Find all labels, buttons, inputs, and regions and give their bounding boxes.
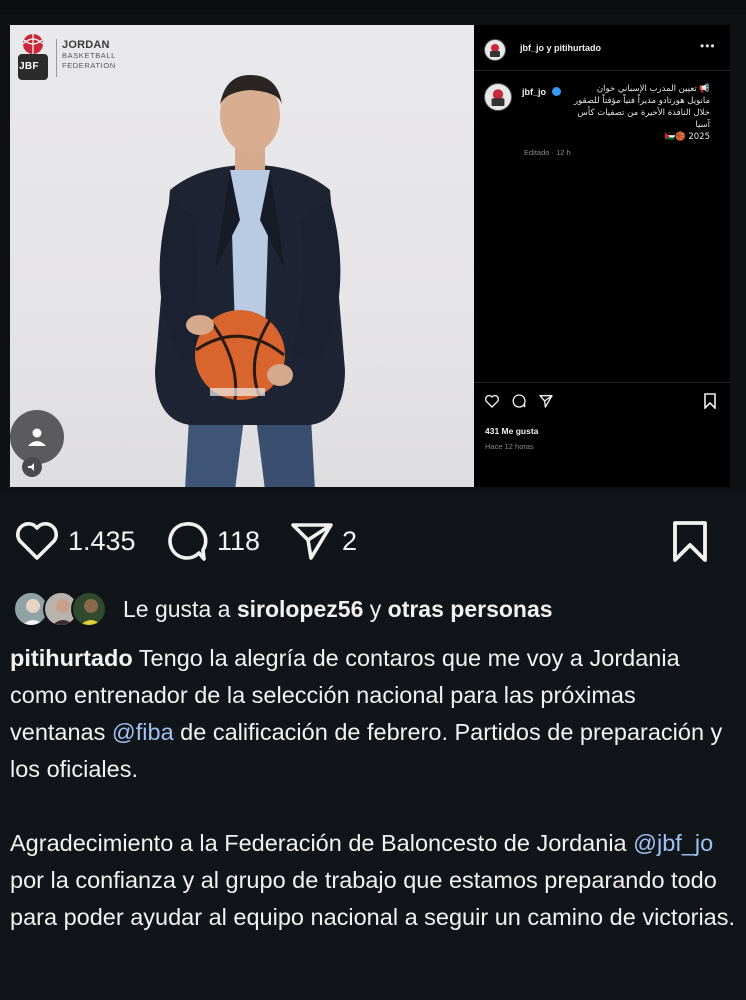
audio-button[interactable] [22, 457, 42, 477]
avatar[interactable] [71, 591, 107, 627]
comment-icon[interactable] [163, 520, 209, 562]
header-avatar[interactable] [484, 39, 506, 61]
tagged-users-button[interactable] [10, 410, 64, 464]
arabic-caption-line: مانويل هورتادو مديراً فنياً مؤقتاً للصقو… [574, 96, 710, 106]
caption-username[interactable]: pitihurtado [10, 645, 133, 671]
liked-by-prefix: Le gusta a [123, 595, 231, 622]
mute-icon [28, 463, 34, 471]
heart-icon[interactable] [14, 520, 60, 562]
share-count[interactable]: 2 [342, 526, 357, 557]
jbf-monogram: JBF [19, 61, 39, 72]
arabic-caption: 📢 تعيين المدرب الإسباني خوان مانويل هورت… [520, 83, 710, 143]
more-options-icon[interactable]: ••• [700, 39, 716, 53]
federation-line3: FEDERATION [62, 61, 116, 70]
post-photo[interactable]: JBF JORDAN BASKETBALL FEDERATION [10, 25, 474, 487]
comment-icon[interactable] [511, 393, 527, 409]
user-icon [28, 428, 46, 446]
arabic-caption-line: 📢 تعيين المدرب الإسباني خوان [596, 84, 710, 94]
bookmark-icon[interactable] [703, 393, 717, 409]
like-action[interactable]: 1.435 [14, 520, 136, 562]
comment-action[interactable]: 118 [163, 520, 260, 562]
federation-line2: BASKETBALL [62, 51, 116, 60]
caption-text: por la confianza y al grupo de trabajo q… [10, 867, 736, 930]
arabic-caption-line: 2025 🏀🇯🇴 [664, 132, 710, 142]
panel-header [474, 25, 730, 71]
share-icon[interactable] [290, 520, 334, 562]
arabic-caption-line: خلال النافذة الأخيرة من تصفيات كأس آسيا [577, 108, 711, 130]
federation-line1: JORDAN [62, 39, 110, 51]
panel-like-count[interactable]: 431 Me gusta [485, 426, 538, 436]
panel-time-ago: Hace 12 horas [485, 442, 534, 451]
mention-jbf-jo[interactable]: @jbf_jo [633, 830, 713, 856]
like-count[interactable]: 1.435 [68, 526, 136, 557]
liked-by-connector: y [369, 595, 382, 622]
liked-by-row[interactable]: Le gusta a sirolopez56 y otras personas [13, 589, 733, 629]
screenshot-top-strip [0, 0, 746, 10]
liked-by-text[interactable]: Le gusta a sirolopez56 y otras personas [123, 596, 553, 623]
heart-icon[interactable] [484, 393, 500, 409]
caption-avatar[interactable] [484, 83, 512, 111]
caption-paragraph-1: pitihurtado Tengo la alegría de contaros… [10, 640, 736, 788]
caption-paragraph-2: Agradecimiento a la Federación de Balonc… [10, 825, 736, 936]
comment-count[interactable]: 118 [217, 526, 260, 557]
panel-action-icons [484, 393, 554, 409]
jbf-logo-icon [18, 34, 48, 80]
liked-by-others[interactable]: otras personas [388, 596, 553, 622]
liker-avatars[interactable] [13, 590, 109, 628]
share-icon[interactable] [538, 393, 554, 409]
coach-with-basketball-illustration [155, 75, 345, 487]
person-avatar-icon [80, 599, 102, 625]
jbf-avatar-icon [490, 44, 500, 57]
logo-divider [56, 39, 57, 77]
liked-by-user[interactable]: sirolopez56 [237, 596, 364, 622]
header-usernames[interactable]: jbf_jo y pitihurtado [520, 43, 601, 53]
edited-meta: Editado · 12 h [524, 148, 571, 157]
embedded-post-sidepanel: jbf_jo y pitihurtado ••• jbf_jo 📢 تعيين … [474, 25, 730, 487]
mention-fiba[interactable]: @fiba [112, 719, 174, 745]
bookmark-icon[interactable] [670, 520, 710, 564]
post-caption: pitihurtado Tengo la alegría de contaros… [10, 640, 736, 936]
caption-text: Agradecimiento a la Federación de Balonc… [10, 830, 634, 856]
share-action[interactable]: 2 [290, 520, 357, 562]
federation-name: JORDAN BASKETBALL FEDERATION [62, 39, 116, 71]
embedded-post-screenshot: JBF JORDAN BASKETBALL FEDERATION jbf_jo … [0, 0, 746, 492]
jbf-avatar-icon [491, 89, 505, 106]
